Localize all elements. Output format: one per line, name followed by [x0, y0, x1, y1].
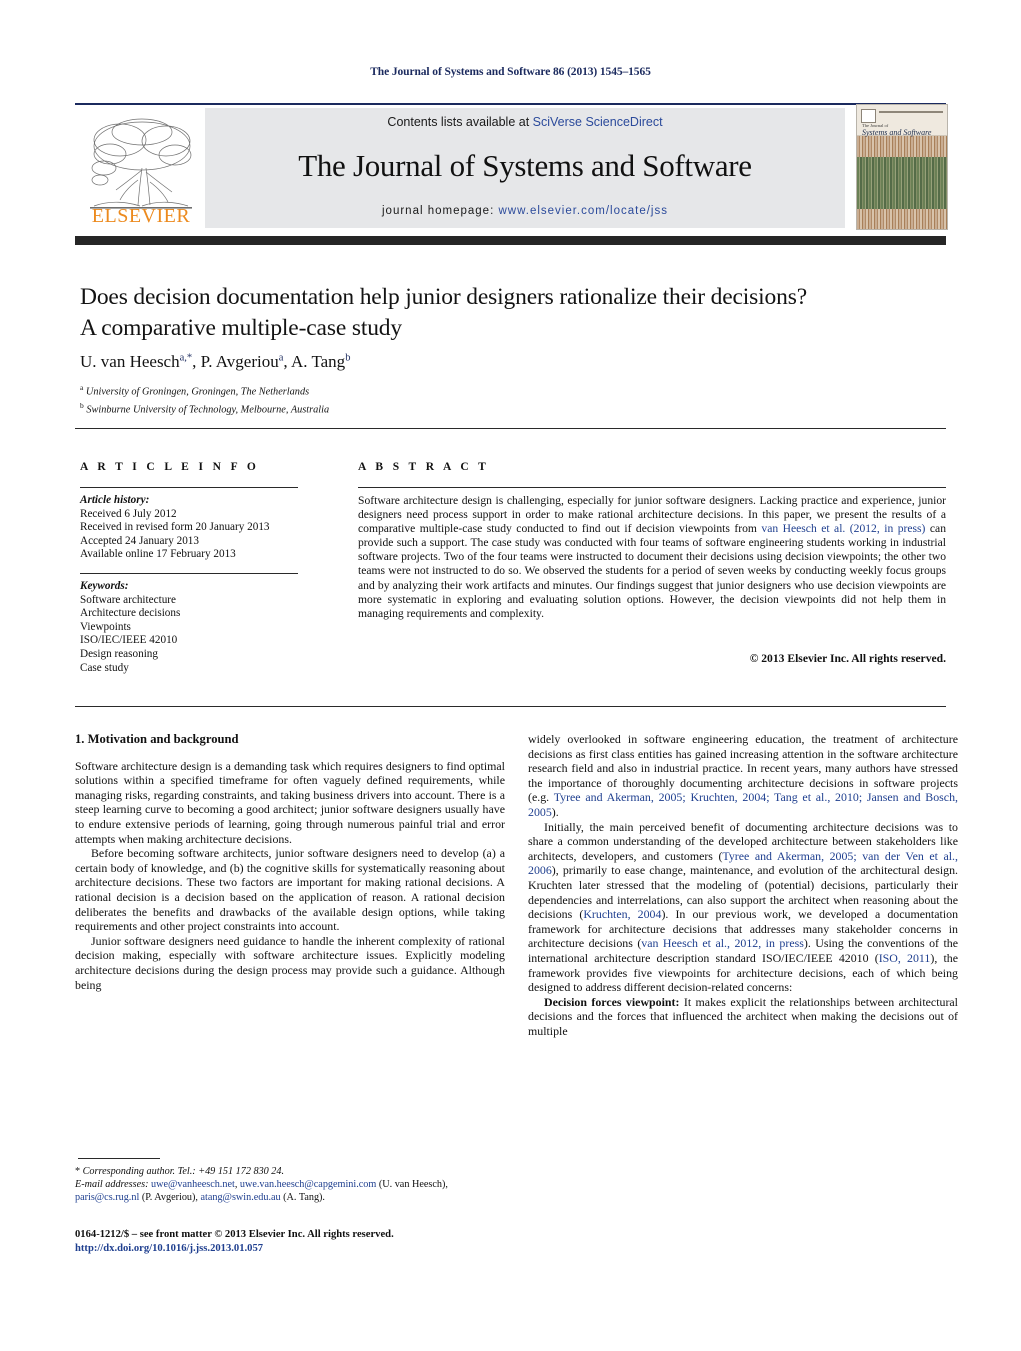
abstract-rule	[358, 487, 946, 488]
paragraph: Initially, the main perceived benefit of…	[528, 819, 959, 995]
history-item: Accepted 24 January 2013	[80, 534, 199, 547]
affil-marker-b: b	[80, 400, 84, 410]
affiliation-a: University of Groningen, Groningen, The …	[85, 386, 310, 398]
keyword-item: Architecture decisions	[80, 607, 181, 620]
paragraph: Decision forces viewpoint: It makes expl…	[528, 994, 958, 1038]
paper-page: The Journal of Systems and Software 86 (…	[0, 0, 1021, 1351]
email-addresses-note: E-mail addresses: uwe@vanheesch.net, uwe…	[75, 1179, 448, 1204]
keyword-item: Software architecture	[80, 593, 176, 606]
imprint-block: 0164-1212/$ – see front matter © 2013 El…	[75, 1228, 515, 1256]
article-info-heading: A R T I C L E I N F O	[80, 461, 260, 473]
keyword-item: Case study	[80, 661, 129, 674]
keywords-list: Keywords: Software architecture Architec…	[80, 580, 320, 675]
sciencedirect-link[interactable]: SciVerse ScienceDirect	[533, 115, 663, 129]
paragraph: Software architecture design is a demand…	[75, 758, 505, 846]
abstract-text: Software architecture design is challeng…	[358, 494, 946, 620]
info-bottom-rule	[75, 706, 946, 707]
cover-volume-line	[923, 111, 943, 113]
keyword-item: Viewpoints	[80, 620, 131, 633]
history-item: Received 6 July 2012	[80, 507, 177, 520]
section-heading: 1. Motivation and background	[75, 732, 239, 746]
masthead-bottom-rule	[75, 236, 946, 245]
cover-green-band	[857, 157, 947, 209]
corresponding-author-note: * Corresponding author. Tel.: +49 151 17…	[75, 1166, 285, 1177]
journal-cover-thumbnail: The Journal of Systems and Software	[856, 104, 948, 230]
contents-prefix: Contents lists available at	[387, 115, 533, 129]
journal-homepage-line: journal homepage: www.elsevier.com/locat…	[205, 205, 845, 217]
paragraph: widely overlooked in software engineerin…	[528, 732, 958, 819]
elsevier-wordmark: ELSEVIER	[91, 205, 191, 227]
history-item: Received in revised form 20 January 2013	[80, 521, 270, 534]
body-column-right: widely overlooked in software engineerin…	[528, 732, 958, 1038]
article-history-label: Article history:	[80, 494, 150, 506]
page-title: Does decision documentation help junior …	[80, 282, 960, 344]
affiliation-b: Swinburne University of Technology, Melb…	[86, 404, 330, 416]
front-matter-line: 0164-1212/$ – see front matter © 2013 El…	[75, 1229, 394, 1240]
paragraph: Before becoming software architects, jun…	[75, 846, 505, 934]
article-history: Article history: Received 6 July 2012 Re…	[80, 494, 320, 562]
journal-title: The Journal of Systems and Software	[298, 148, 752, 183]
history-item: Available online 17 February 2013	[80, 548, 236, 561]
masthead-top-rule	[75, 103, 946, 105]
affiliations: a University of Groningen, Groningen, Th…	[80, 381, 960, 417]
keyword-item: Design reasoning	[80, 647, 158, 660]
info-top-rule	[75, 428, 946, 429]
homepage-prefix: journal homepage:	[382, 205, 499, 217]
running-head: The Journal of Systems and Software 86 (…	[370, 66, 651, 78]
cover-header-area: The Journal of Systems and Software	[857, 105, 947, 137]
article-info-rule-lower	[80, 573, 298, 574]
author-list: U. van Heescha,*, P. Avgerioua, A. Tangb	[80, 352, 351, 371]
article-info-rule-upper	[80, 487, 298, 488]
keywords-label: Keywords:	[80, 580, 129, 592]
body-column-left: 1. Motivation and background Software ar…	[75, 732, 505, 992]
cover-title-main: Systems and Software	[862, 128, 932, 137]
title-line-1: Does decision documentation help junior …	[80, 284, 808, 310]
contents-available-line: Contents lists available at SciVerse Sci…	[205, 115, 845, 129]
cover-publisher-badge	[861, 109, 876, 123]
footnote-rule	[78, 1158, 160, 1159]
affil-marker-a: a	[80, 383, 84, 392]
copyright-line: © 2013 Elsevier Inc. All rights reserved…	[749, 652, 946, 665]
paragraph: Junior software designers need guidance …	[75, 933, 505, 992]
doi-link[interactable]: http://dx.doi.org/10.1016/j.jss.2013.01.…	[75, 1242, 515, 1256]
homepage-url-link[interactable]: www.elsevier.com/locate/jss	[498, 205, 668, 217]
footnote-block: * Corresponding author. Tel.: +49 151 17…	[75, 1165, 510, 1205]
abstract-heading: A B S T R A C T	[358, 461, 490, 473]
keyword-item: ISO/IEC/IEEE 42010	[80, 634, 178, 647]
title-line-2: A comparative multiple-case study	[80, 315, 402, 341]
